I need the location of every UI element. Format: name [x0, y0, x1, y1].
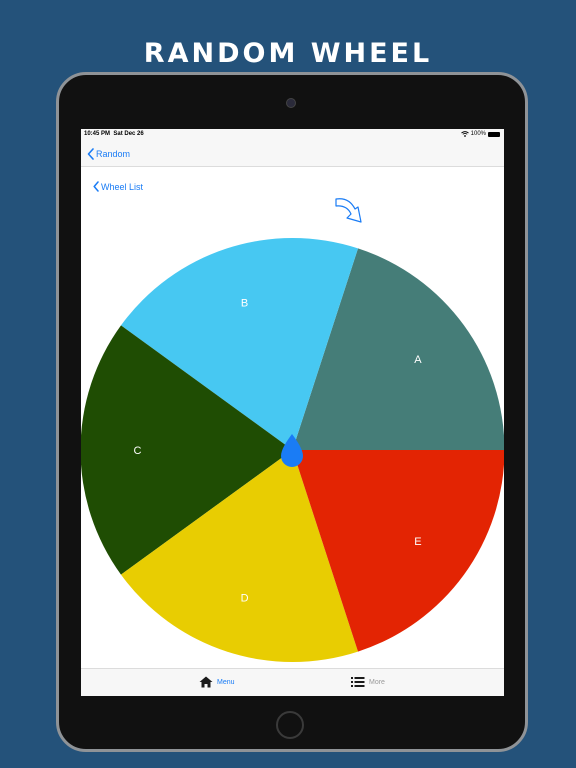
tab-more[interactable]: More [351, 676, 385, 688]
tab-menu[interactable]: Menu [199, 676, 235, 688]
status-right: 100% [460, 131, 500, 137]
wheel-segment-label: D [241, 592, 249, 604]
tab-more-label: More [369, 678, 385, 686]
list-icon [351, 677, 365, 687]
battery-percent: 100% [470, 131, 486, 137]
camera-dot [286, 98, 296, 108]
wheel-segment-label: B [241, 298, 248, 310]
app-screen: 10:45 PM Sat Dec 26 100% Random Wheel Li… [81, 129, 504, 696]
wheel-segment-label: C [134, 445, 142, 457]
wifi-icon [460, 131, 469, 137]
wheel-list-button[interactable]: Wheel List [93, 181, 143, 192]
battery-icon [488, 131, 500, 137]
status-time: 10:45 PM Sat Dec 26 [84, 131, 144, 137]
chevron-left-icon [93, 181, 99, 192]
chevron-left-icon [87, 148, 94, 160]
promo-headline: RANDOM WHEEL [143, 38, 433, 69]
wheel-segment-label: A [414, 354, 422, 366]
back-button-random[interactable]: Random [87, 148, 130, 160]
home-button[interactable] [276, 711, 304, 739]
home-icon [199, 676, 213, 688]
wheel-segment-label: E [414, 536, 421, 548]
tab-menu-label: Menu [217, 678, 235, 686]
spin-arrow-icon[interactable] [333, 193, 369, 233]
navigation-bar: Random [81, 141, 504, 167]
status-date-text: Sat Dec 26 [113, 131, 144, 137]
tab-bar: Menu More [81, 668, 504, 696]
wheel-list-label: Wheel List [101, 181, 144, 192]
status-time-text: 10:45 PM [84, 131, 111, 137]
status-bar: 10:45 PM Sat Dec 26 100% [81, 129, 504, 141]
spinner-wheel[interactable]: A B C D E [81, 238, 504, 662]
back-button-label: Random [96, 149, 131, 159]
